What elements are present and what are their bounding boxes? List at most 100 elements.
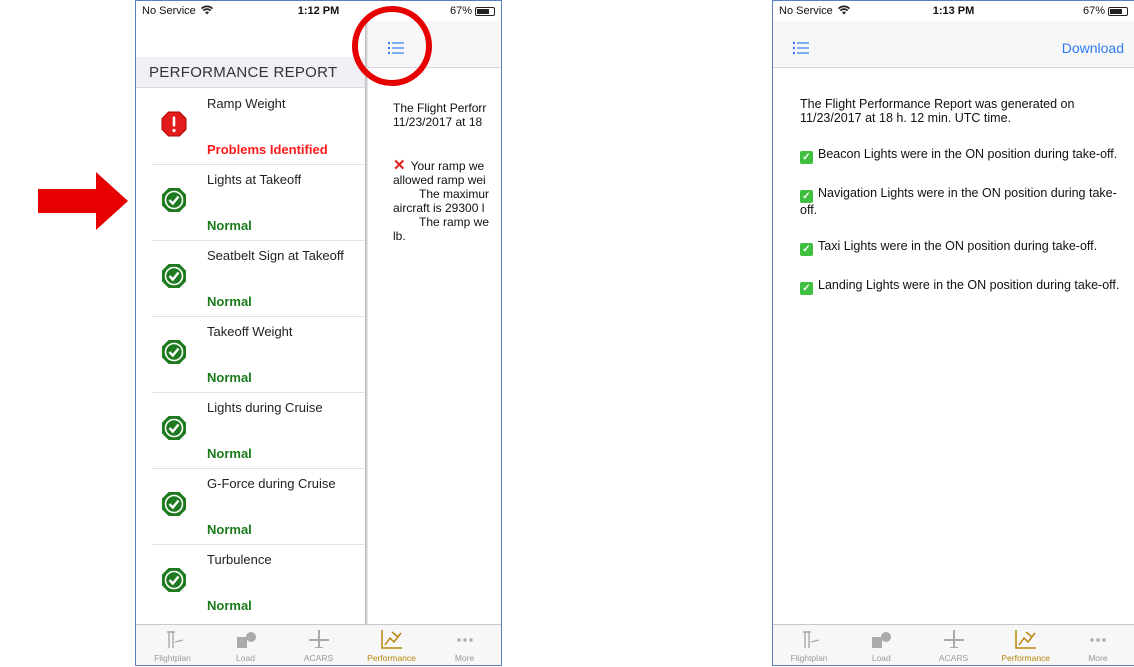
check-icon: ✓	[800, 190, 813, 203]
status-bar: No Service 1:13 PM 67%	[773, 1, 1134, 21]
tab-flightplan[interactable]: Flightplan	[773, 625, 845, 665]
finding-item: ✓ Landing Lights were in the ON position …	[800, 278, 1130, 295]
battery-icon	[1108, 6, 1128, 16]
battery-indicator: 67%	[450, 5, 495, 17]
load-icon	[236, 632, 256, 648]
status-bar: No Service 1:12 PM 67%	[136, 1, 501, 21]
detail-line: 11/23/2017 at 18	[393, 115, 483, 129]
tab-performance[interactable]: Performance	[355, 625, 428, 665]
finding-item: ✓ Beacon Lights were in the ON position d…	[800, 147, 1130, 164]
flightplan-icon	[166, 631, 183, 648]
list-item-label: Turbulence	[207, 552, 272, 567]
acars-icon	[943, 630, 964, 648]
list-item-seatbelt-sign[interactable]: Seatbelt Sign at Takeoff Normal	[152, 240, 365, 317]
list-item-label: G-Force during Cruise	[207, 476, 336, 491]
tab-label: ACARS	[938, 653, 969, 663]
issue-line: The ramp we	[419, 215, 490, 229]
phone-screen-right: No Service 1:13 PM 67% Download The Flig…	[772, 0, 1134, 666]
tab-label: Load	[236, 653, 255, 663]
more-icon	[456, 638, 473, 642]
list-item-lights-at-takeoff[interactable]: Lights at Takeoff Normal	[152, 164, 365, 241]
problem-octagon-icon	[161, 111, 187, 137]
tab-flightplan[interactable]: Flightplan	[136, 625, 209, 665]
clock: 1:12 PM	[297, 5, 340, 17]
tab-acars[interactable]: ACARS	[282, 625, 355, 665]
phone-screen-left: No Service 1:12 PM 67% PERFORMANCE REPOR…	[135, 0, 502, 666]
finding-item: ✓ Taxi Lights were in the ON position dur…	[800, 239, 1130, 256]
report-sidebar: PERFORMANCE REPORT Ramp Weight Problems …	[136, 21, 365, 625]
carrier-label: No Service	[142, 5, 213, 17]
tab-more[interactable]: More	[1062, 625, 1134, 665]
list-item-turbulence[interactable]: Turbulence Normal	[152, 544, 365, 620]
tab-label: ACARS	[303, 653, 334, 663]
battery-icon	[475, 6, 495, 16]
tab-bar: Flightplan Load ACARS Performance More	[136, 624, 501, 665]
carrier-label: No Service	[779, 5, 850, 17]
list-item-lights-during-cruise[interactable]: Lights during Cruise Normal	[152, 392, 365, 469]
normal-check-icon	[162, 568, 186, 592]
normal-check-icon	[162, 264, 186, 288]
tab-label: More	[454, 653, 475, 663]
error-x-icon: ✕	[393, 157, 406, 174]
list-item-ramp-weight[interactable]: Ramp Weight Problems Identified	[152, 88, 365, 165]
status-text: Normal	[207, 522, 252, 537]
tab-label: Load	[871, 653, 891, 663]
issue-line: lb.	[393, 229, 406, 243]
check-icon: ✓	[800, 151, 813, 164]
annotation-arrow-icon	[38, 172, 128, 230]
more-icon	[1090, 638, 1106, 642]
issue-line: allowed ramp wei	[393, 173, 486, 187]
flightplan-icon	[803, 631, 820, 648]
status-text: Normal	[207, 446, 252, 461]
status-text: Normal	[207, 294, 252, 309]
status-text: Normal	[207, 218, 252, 233]
clock: 1:13 PM	[932, 5, 975, 17]
list-item-takeoff-weight[interactable]: Takeoff Weight Normal	[152, 316, 365, 393]
finding-item: ✓ Navigation Lights were in the ON positi…	[800, 186, 1117, 217]
list-item-g-force-during-cruise[interactable]: G-Force during Cruise Normal	[152, 468, 365, 545]
sidebar-title: PERFORMANCE REPORT	[149, 64, 338, 81]
battery-percent: 67%	[1082, 5, 1105, 17]
battery-indicator: 67%	[1083, 5, 1128, 17]
normal-check-icon	[162, 188, 186, 212]
list-item-label: Lights during Cruise	[207, 400, 323, 415]
issue-line: aircraft is 29300 l	[393, 201, 485, 215]
acars-icon	[308, 630, 329, 648]
tab-performance[interactable]: Performance	[990, 625, 1062, 665]
check-icon: ✓	[800, 243, 813, 256]
normal-check-icon	[162, 492, 186, 516]
tab-label: Performance	[367, 653, 416, 663]
download-button[interactable]: Download	[1062, 40, 1124, 56]
tab-load[interactable]: Load	[845, 625, 917, 665]
normal-check-icon	[162, 340, 186, 364]
wifi-icon	[837, 5, 850, 15]
check-icon: ✓	[800, 282, 813, 295]
tab-acars[interactable]: ACARS	[917, 625, 989, 665]
list-item-label: Takeoff Weight	[207, 324, 293, 339]
normal-check-icon	[162, 416, 186, 440]
tab-more[interactable]: More	[428, 625, 501, 665]
tab-label: More	[1088, 653, 1108, 663]
load-icon	[872, 632, 892, 648]
status-text: Normal	[207, 598, 252, 613]
tab-label: Flightplan	[154, 653, 191, 663]
nav-bar: Download	[773, 21, 1134, 68]
sidebar-header: PERFORMANCE REPORT	[136, 57, 365, 88]
performance-icon	[1014, 630, 1036, 649]
list-item-label: Seatbelt Sign at Takeoff	[207, 248, 344, 263]
detail-line: The Flight Perforr	[393, 101, 487, 115]
issue-line: ✕ Your ramp we	[393, 157, 485, 174]
tab-bar: Flightplan Load ACARS Performance More	[773, 624, 1134, 665]
list-item-label: Ramp Weight	[207, 96, 286, 111]
detail-panel: The Flight Perforr 11/23/2017 at 18 ✕ You…	[368, 21, 501, 625]
wifi-icon	[200, 5, 213, 15]
status-text: Normal	[207, 370, 252, 385]
report-text: The Flight Performance Report was genera…	[800, 97, 1130, 317]
performance-icon	[380, 630, 402, 649]
tab-label: Performance	[1001, 653, 1051, 663]
issue-line: The maximur	[419, 187, 490, 201]
detail-report-text: The Flight Perforr 11/23/2017 at 18 ✕ You…	[393, 101, 501, 243]
list-toggle-icon[interactable]	[793, 41, 809, 55]
status-text: Problems Identified	[207, 142, 328, 157]
tab-load[interactable]: Load	[209, 625, 282, 665]
